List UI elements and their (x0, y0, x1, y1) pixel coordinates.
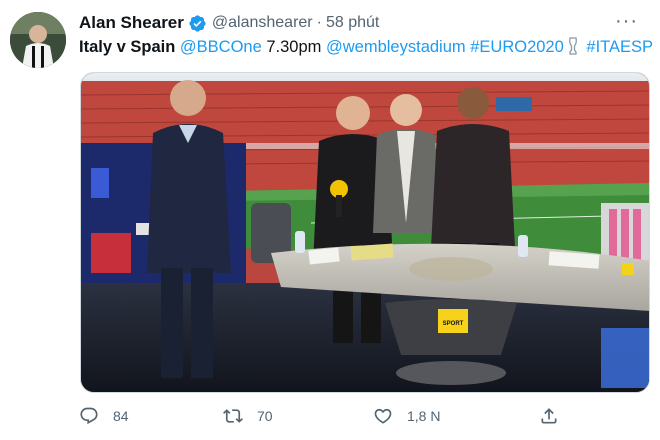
tweet-actions-bar: 84 70 1,8 N (79, 406, 579, 434)
studio-photo-illustration: SPORT (81, 73, 649, 392)
like-count: 1,8 N (407, 408, 441, 424)
reply-icon (80, 407, 98, 425)
retweet-count: 70 (257, 408, 273, 424)
like-button[interactable]: 1,8 N (373, 406, 440, 426)
tweet-time-text: 7.30pm (266, 38, 322, 56)
share-button[interactable] (539, 406, 573, 426)
desk-logo-text: SPORT (443, 321, 464, 327)
header-separator: · (316, 14, 322, 31)
hashtag-itaesp-link[interactable]: #ITAESP (586, 38, 653, 56)
retweet-button[interactable]: 70 (223, 406, 273, 426)
tweet-photo[interactable]: SPORT (80, 72, 650, 393)
mention-wembley-link[interactable]: @wembleystadium (326, 38, 466, 56)
tweet-timestamp[interactable]: 58 phút (326, 14, 379, 32)
tweet-title-text: Italy v Spain (79, 38, 176, 56)
more-options-button[interactable]: ··· (615, 10, 638, 33)
share-icon (541, 408, 557, 424)
author-avatar[interactable] (10, 12, 66, 68)
heart-icon (374, 408, 392, 424)
hashtag-euro2020-link[interactable]: #EURO2020 (470, 38, 564, 56)
reply-count: 84 (113, 408, 129, 424)
author-handle[interactable]: @alanshearer (212, 14, 313, 32)
verified-badge-icon (189, 14, 206, 32)
retweet-icon (223, 409, 243, 423)
tweet-text: Italy v Spain @BBCOne 7.30pm @wembleysta… (79, 37, 653, 57)
reply-button[interactable]: 84 (79, 406, 129, 426)
tweet-header: Alan Shearer @alanshearer · 58 phút (79, 11, 640, 35)
trophy-emoji-icon (568, 37, 577, 55)
mention-bbcone-link[interactable]: @BBCOne (180, 38, 262, 56)
author-name[interactable]: Alan Shearer (79, 13, 184, 33)
